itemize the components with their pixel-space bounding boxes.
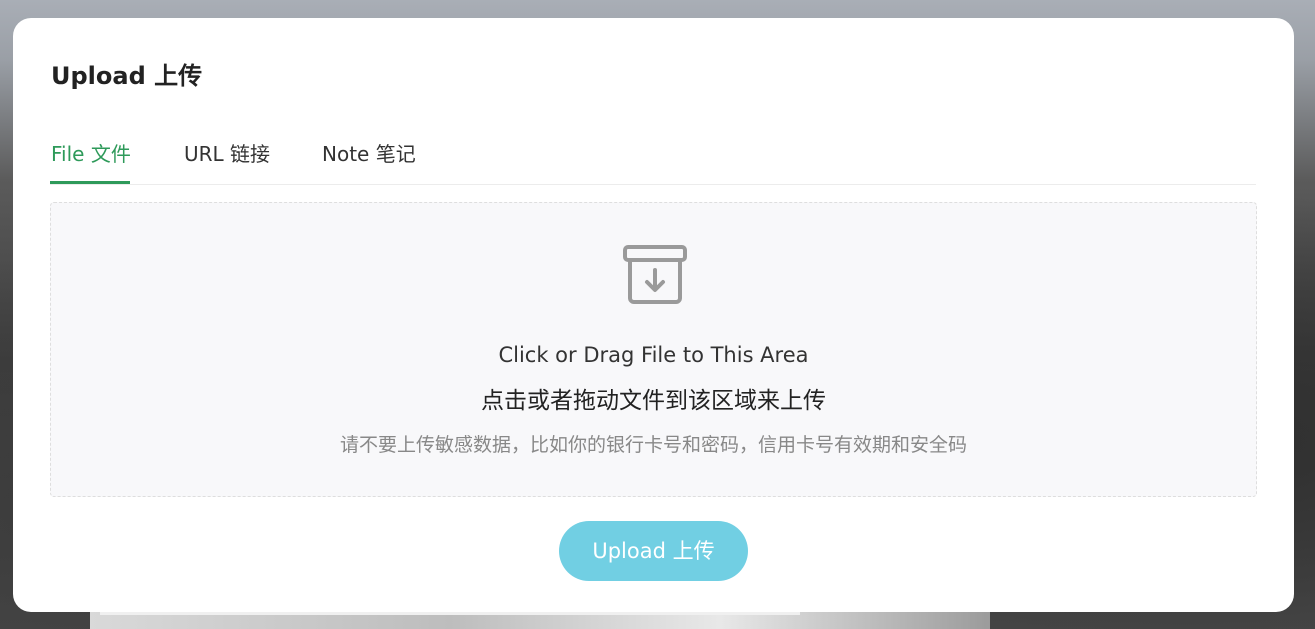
dropzone-instruction-en: Click or Drag File to This Area bbox=[498, 343, 809, 367]
tab-bar: File 文件 URL 链接 Note 笔记 bbox=[50, 136, 1256, 185]
dialog-title: Upload 上传 bbox=[51, 62, 203, 90]
upload-dialog: Upload 上传 File 文件 URL 链接 Note 笔记 Click o… bbox=[13, 18, 1294, 612]
active-tab-indicator bbox=[50, 181, 130, 184]
background-rail bbox=[100, 612, 800, 615]
file-dropzone[interactable]: Click or Drag File to This Area 点击或者拖动文件… bbox=[50, 202, 1257, 497]
archive-download-icon bbox=[623, 245, 687, 304]
upload-button[interactable]: Upload 上传 bbox=[559, 521, 748, 581]
tab-file[interactable]: File 文件 bbox=[51, 138, 131, 167]
tab-note[interactable]: Note 笔记 bbox=[322, 138, 416, 167]
tab-url[interactable]: URL 链接 bbox=[184, 138, 270, 167]
dropzone-hint: 请不要上传敏感数据，比如你的银行卡号和密码，信用卡号有效期和安全码 bbox=[339, 434, 967, 456]
dropzone-instruction-zh: 点击或者拖动文件到该区域来上传 bbox=[481, 388, 826, 414]
